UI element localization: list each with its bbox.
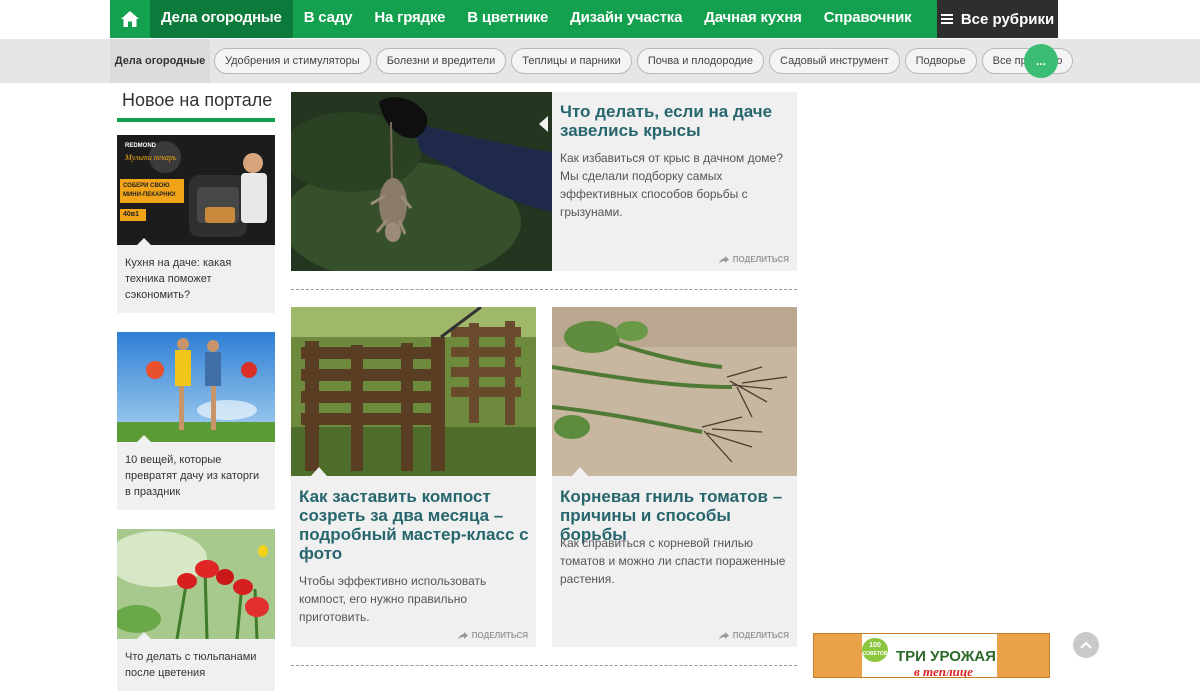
ad-badge-number: 100 xyxy=(869,642,881,649)
article-card-rats[interactable]: Что делать, если на даче завелись крысы … xyxy=(291,92,797,271)
sidebar-item-image xyxy=(117,529,275,639)
article-image xyxy=(291,307,536,476)
share-icon xyxy=(718,631,729,640)
sub-nav-title: Дела огородные xyxy=(110,39,210,83)
share-label: Поделиться xyxy=(471,631,528,640)
share-label: Поделиться xyxy=(732,255,789,264)
nav-item-dachnaya-kukhnya[interactable]: Дачная кухня xyxy=(693,0,812,38)
all-rubrics-label: Все рубрики xyxy=(960,10,1055,28)
pill-teplitsy[interactable]: Теплицы и парники xyxy=(511,48,632,74)
pill-pochva[interactable]: Почва и плодородие xyxy=(636,48,765,74)
sidebar-item-dacha[interactable]: 10 вещей, которые превратят дачу из като… xyxy=(117,332,275,510)
root-rot-photo xyxy=(552,307,797,476)
sub-nav-pills: Удобрения и стимуляторы Болезни и вредит… xyxy=(214,48,1074,74)
article-card-compost[interactable]: Как заставить компост созреть за два мес… xyxy=(291,307,536,647)
sidebar-item-caption: Кухня на даче: какая техника поможет сэк… xyxy=(125,257,232,301)
ad-badge-label: СОВЕТОВ xyxy=(862,651,888,657)
compost-photo xyxy=(291,307,536,476)
nav-item-v-tsvetnike[interactable]: В цветнике xyxy=(456,0,559,38)
ad-badge: 100 СОВЕТОВ xyxy=(862,638,888,662)
pill-udobreniya[interactable]: Удобрения и стимуляторы xyxy=(214,48,371,74)
home-button[interactable] xyxy=(110,0,150,38)
sidebar-item-caption: Что делать с тюльпанами после цветения xyxy=(125,651,257,679)
rat-photo xyxy=(291,92,552,271)
share-label: Поделиться xyxy=(732,631,789,640)
ad-title: ТРИ УРОЖАЯ xyxy=(896,648,996,665)
tulips-image xyxy=(117,529,275,639)
ad-title: Мульти пекарь xyxy=(125,153,177,162)
article-description: Как избавиться от крыс в дачном доме? Мы… xyxy=(560,151,783,219)
article-image xyxy=(291,92,552,271)
article-title[interactable]: Как заставить компост созреть за два мес… xyxy=(299,487,529,563)
dacha-image xyxy=(117,332,275,442)
ad-brand: REDMOND xyxy=(125,143,156,149)
share-button[interactable]: Поделиться xyxy=(457,631,528,640)
image-notch xyxy=(572,467,588,476)
section-divider xyxy=(291,665,797,666)
home-icon xyxy=(121,11,139,27)
sidebar-item-caption: 10 вещей, которые превратят дачу из като… xyxy=(125,454,260,498)
nav-item-na-gryadke[interactable]: На грядке xyxy=(363,0,456,38)
right-ad-banner[interactable]: 100 СОВЕТОВ ТРИ УРОЖАЯ в теплице xyxy=(813,633,1050,678)
article-card-root-rot[interactable]: Корневая гниль томатов – причины и спосо… xyxy=(552,307,797,647)
nav-item-dizain-uchastka[interactable]: Дизайн участка xyxy=(559,0,693,38)
sidebar-item-image: REDMOND Мульти пекарь СОБЕРИ СВОЮ МИНИ-П… xyxy=(117,135,275,245)
more-rubrics-button[interactable]: ... xyxy=(1024,44,1058,78)
scroll-to-top-button[interactable] xyxy=(1073,632,1099,658)
sidebar-item-tulips[interactable]: Что делать с тюльпанами после цветения xyxy=(117,529,275,691)
ad-slogan: СОБЕРИ СВОЮ МИНИ-ПЕКАРНЮ! xyxy=(123,183,176,198)
main-nav-bar: Дела огородные В саду На грядке В цветни… xyxy=(110,0,1058,38)
image-notch xyxy=(311,467,327,476)
nav-item-spravochnik[interactable]: Справочник xyxy=(813,0,923,38)
ad-subtitle: в теплице xyxy=(914,664,973,678)
share-button[interactable]: Поделиться xyxy=(718,631,789,640)
article-description: Чтобы эффективно использовать компост, е… xyxy=(299,574,487,624)
menu-icon xyxy=(940,14,953,24)
share-icon xyxy=(718,255,729,264)
pill-podvorye[interactable]: Подворье xyxy=(904,48,977,74)
main-nav: Дела огородные В саду На грядке В цветни… xyxy=(0,0,1200,38)
sidebar-heading: Новое на портале xyxy=(117,89,275,122)
sidebar-item-image xyxy=(117,332,275,442)
ad-badge: 40в1 xyxy=(123,211,139,218)
section-divider xyxy=(291,289,797,290)
nav-item-dela-ogorodnye[interactable]: Дела огородные xyxy=(150,0,293,38)
article-description: Как справиться с корневой гнилью томатов… xyxy=(560,536,786,586)
all-rubrics-button[interactable]: Все рубрики xyxy=(937,0,1058,38)
pill-instrument[interactable]: Садовый инструмент xyxy=(769,48,900,74)
article-title[interactable]: Что делать, если на даче завелись крысы xyxy=(560,102,785,140)
pill-bolezni[interactable]: Болезни и вредители xyxy=(375,48,507,74)
chevron-up-icon xyxy=(1080,641,1092,649)
share-button[interactable]: Поделиться xyxy=(718,255,789,264)
article-image xyxy=(552,307,797,476)
sidebar-item-kitchen[interactable]: REDMOND Мульти пекарь СОБЕРИ СВОЮ МИНИ-П… xyxy=(117,135,275,313)
nav-item-v-sadu[interactable]: В саду xyxy=(293,0,364,38)
share-icon xyxy=(457,631,468,640)
